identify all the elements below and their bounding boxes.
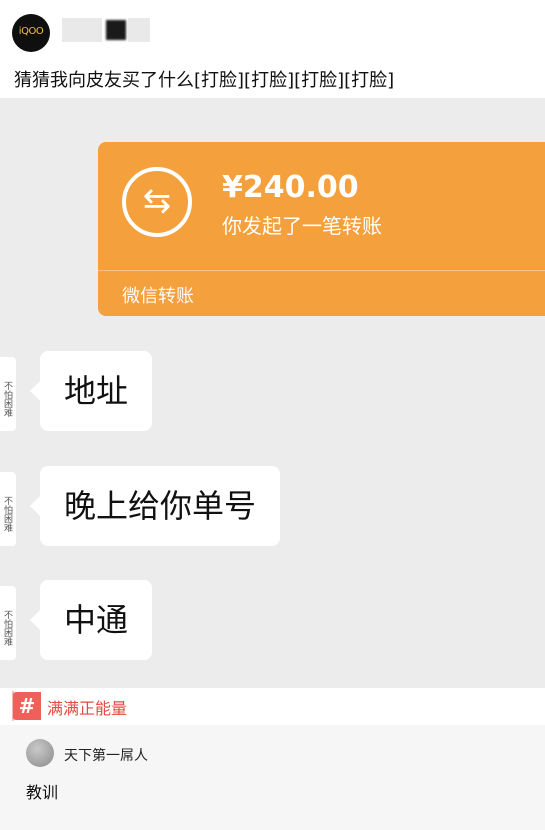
message-bubble[interactable]: 中通	[40, 580, 153, 660]
message-row: 不怕困难 中通	[0, 580, 545, 670]
message-row: 不怕困难 地址	[0, 351, 545, 441]
message-row: 不怕困难 晚上给你单号	[0, 466, 545, 556]
author-avatar[interactable]: iQOO	[12, 14, 50, 52]
blurred-username-2	[128, 18, 150, 42]
transfer-amount: ¥240.00	[222, 170, 359, 205]
message-bubble[interactable]: 晚上给你单号	[40, 466, 281, 546]
transfer-footer: 微信转账	[122, 286, 194, 307]
bubble-tail	[30, 610, 40, 630]
message-bubble[interactable]: 地址	[40, 351, 153, 431]
chat-screenshot: ⇆ ¥240.00 你发起了一笔转账 微信转账 不怕困难 地址 不怕困难 晚上给…	[0, 98, 545, 688]
sender-avatar[interactable]: 不怕困难	[0, 586, 16, 660]
commenter-avatar[interactable]	[26, 739, 54, 767]
commenter-name[interactable]: 天下第一屌人	[64, 745, 148, 765]
hashtag-label: 满满正能量	[47, 699, 128, 718]
comment-text: 教训	[26, 783, 59, 802]
sender-avatar[interactable]: 不怕困难	[0, 472, 16, 546]
transfer-card[interactable]: ⇆ ¥240.00 你发起了一笔转账 微信转账	[98, 142, 545, 316]
post-header: iQOO	[0, 0, 545, 62]
transfer-arrows-icon: ⇆	[122, 167, 192, 237]
divider	[98, 270, 545, 271]
hashtag-icon: #	[13, 692, 41, 720]
bubble-tail	[30, 381, 40, 401]
comment-section: 天下第一屌人 教训	[0, 725, 545, 830]
hashtag-tag[interactable]: # 满满正能量	[12, 691, 127, 721]
transfer-description: 你发起了一笔转账	[222, 214, 382, 238]
blurred-username	[62, 18, 102, 42]
blurred-username-mark	[106, 20, 126, 40]
sender-avatar[interactable]: 不怕困难	[0, 357, 16, 431]
bubble-tail	[30, 496, 40, 516]
post-text: 猜猜我向皮友买了什么[打脸][打脸][打脸][打脸]	[14, 70, 395, 91]
